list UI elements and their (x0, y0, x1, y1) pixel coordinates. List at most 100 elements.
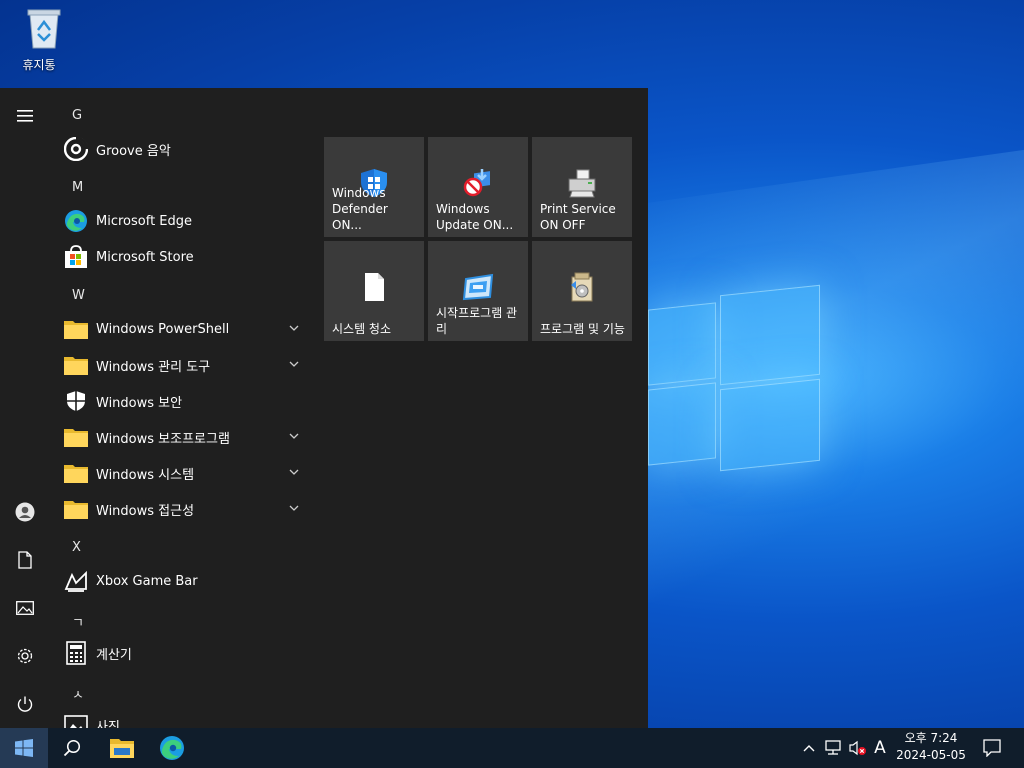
app-windows-security[interactable]: Windows 보안 (50, 383, 312, 419)
app-windows-accessories-folder[interactable]: Windows 보조프로그램 (50, 419, 312, 455)
file-explorer-button[interactable] (98, 728, 146, 768)
power-button[interactable] (0, 681, 50, 727)
app-name: Windows 보조프로그램 (96, 431, 230, 447)
app-name: Windows 보안 (96, 395, 183, 411)
volume-muted-icon (849, 740, 866, 756)
app-windows-system-folder[interactable]: Windows 시스템 (50, 455, 312, 491)
windows-logo-icon (15, 739, 33, 757)
recycle-bin-label: 휴지통 (22, 58, 56, 72)
folder-icon (63, 316, 89, 342)
section-header-m[interactable]: M (72, 180, 83, 195)
recycle-bin-icon (27, 9, 60, 49)
input-method-indicator[interactable]: A (870, 728, 890, 768)
pictures-icon (16, 601, 34, 615)
settings-button[interactable] (0, 633, 50, 679)
clock[interactable]: 오후 7:24 2024-05-05 (892, 730, 970, 764)
folder-icon (63, 460, 89, 486)
update-icon (463, 169, 490, 197)
app-windows-powershell-folder[interactable]: Windows PowerShell (50, 311, 312, 347)
edge-icon (160, 736, 184, 760)
app-name: Groove 음악 (96, 143, 171, 159)
settings-icon (17, 648, 33, 664)
app-windows-accessibility-folder[interactable]: Windows 접근성 (50, 491, 312, 527)
app-microsoft-store[interactable]: Microsoft Store (50, 239, 312, 275)
edge-taskbar-button[interactable] (148, 728, 196, 768)
app-name: Microsoft Store (96, 249, 194, 265)
app-name: Windows 관리 도구 (96, 359, 211, 375)
chevron-down-icon[interactable] (288, 502, 300, 514)
photos-icon (63, 712, 89, 728)
clock-date: 2024-05-05 (896, 748, 966, 762)
app-name: Windows 시스템 (96, 467, 195, 483)
section-header-x[interactable]: X (72, 540, 81, 555)
startup-icon (462, 273, 494, 301)
power-icon (17, 696, 33, 712)
user-icon (15, 502, 35, 522)
section-header-w[interactable]: W (72, 288, 85, 303)
calculator-icon (63, 640, 89, 666)
user-account-button[interactable] (0, 489, 50, 535)
folder-icon (63, 424, 89, 450)
expand-menu-button[interactable] (0, 93, 50, 139)
app-name: Windows PowerShell (96, 321, 230, 337)
chevron-down-icon[interactable] (288, 466, 300, 478)
app-xbox-game-bar[interactable]: Xbox Game Bar (50, 563, 312, 599)
show-hidden-icons-button[interactable] (800, 728, 818, 768)
documents-button[interactable] (0, 537, 50, 583)
app-calculator[interactable]: 계산기 (50, 635, 312, 671)
start-rail (0, 88, 50, 728)
action-center-button[interactable] (978, 728, 1006, 768)
network-status-button[interactable] (822, 728, 844, 768)
app-groove-music[interactable]: Groove 음악 (50, 131, 312, 167)
app-windows-admin-tools-folder[interactable]: Windows 관리 도구 (50, 347, 312, 383)
app-name: Microsoft Edge (96, 213, 193, 229)
file-explorer-icon (110, 739, 134, 758)
tile-label: Print Service ON OFF (540, 202, 616, 232)
groove-icon (63, 136, 89, 162)
notification-icon (983, 739, 1001, 757)
app-name: 사진 (96, 719, 120, 729)
tile-startup-manager[interactable]: 시작프로그램 관리 (428, 241, 528, 341)
chevron-down-icon[interactable] (288, 322, 300, 334)
tile-label: 프로그램 및 기능 (540, 322, 625, 336)
section-header-g[interactable]: G (72, 108, 82, 123)
tile-system-cleanup[interactable]: 시스템 청소 (324, 241, 424, 341)
app-name: Windows 접근성 (96, 503, 195, 519)
document-icon (365, 273, 384, 301)
windows-logo-wallpaper (640, 284, 825, 472)
menu-icon (17, 110, 33, 122)
app-name: Xbox Game Bar (96, 573, 198, 589)
volume-button[interactable] (846, 728, 868, 768)
tile-print-service[interactable]: Print Service ON OFF (532, 137, 632, 237)
edge-icon (63, 208, 89, 234)
tile-label: Windows Update ON... (436, 202, 514, 232)
app-list: G Groove 음악 M Microsoft Edge Microsoft S… (50, 88, 312, 728)
app-photos[interactable]: 사진 (50, 707, 312, 728)
search-button[interactable] (48, 728, 96, 768)
folder-icon (63, 496, 89, 522)
chevron-down-icon[interactable] (288, 430, 300, 442)
documents-icon (18, 551, 32, 569)
tile-windows-defender[interactable]: Windows Defender ON... (324, 137, 424, 237)
start-menu: G Groove 음악 M Microsoft Edge Microsoft S… (0, 88, 648, 728)
tile-programs-and-features[interactable]: 프로그램 및 기능 (532, 241, 632, 341)
recycle-bin-desktop-icon[interactable]: 휴지통 (10, 6, 68, 76)
app-microsoft-edge[interactable]: Microsoft Edge (50, 203, 312, 239)
pictures-button[interactable] (0, 585, 50, 631)
printer-icon (568, 169, 596, 198)
search-icon (63, 739, 81, 757)
tile-label: 시작프로그램 관리 (436, 306, 518, 336)
chevron-down-icon[interactable] (288, 358, 300, 370)
folder-icon (63, 352, 89, 378)
section-header-siot[interactable]: ㅅ (72, 684, 84, 703)
section-header-giyeok[interactable]: ㄱ (72, 612, 84, 631)
store-icon (63, 244, 89, 270)
taskbar: A 오후 7:24 2024-05-05 (0, 728, 1024, 768)
tile-windows-update[interactable]: Windows Update ON... (428, 137, 528, 237)
tile-label: Windows Defender ON... (332, 186, 388, 232)
programs-icon (571, 272, 593, 302)
start-button[interactable] (0, 728, 48, 768)
xbox-icon (63, 568, 89, 594)
network-disconnected-icon (825, 740, 841, 755)
tile-label: 시스템 청소 (332, 322, 392, 336)
